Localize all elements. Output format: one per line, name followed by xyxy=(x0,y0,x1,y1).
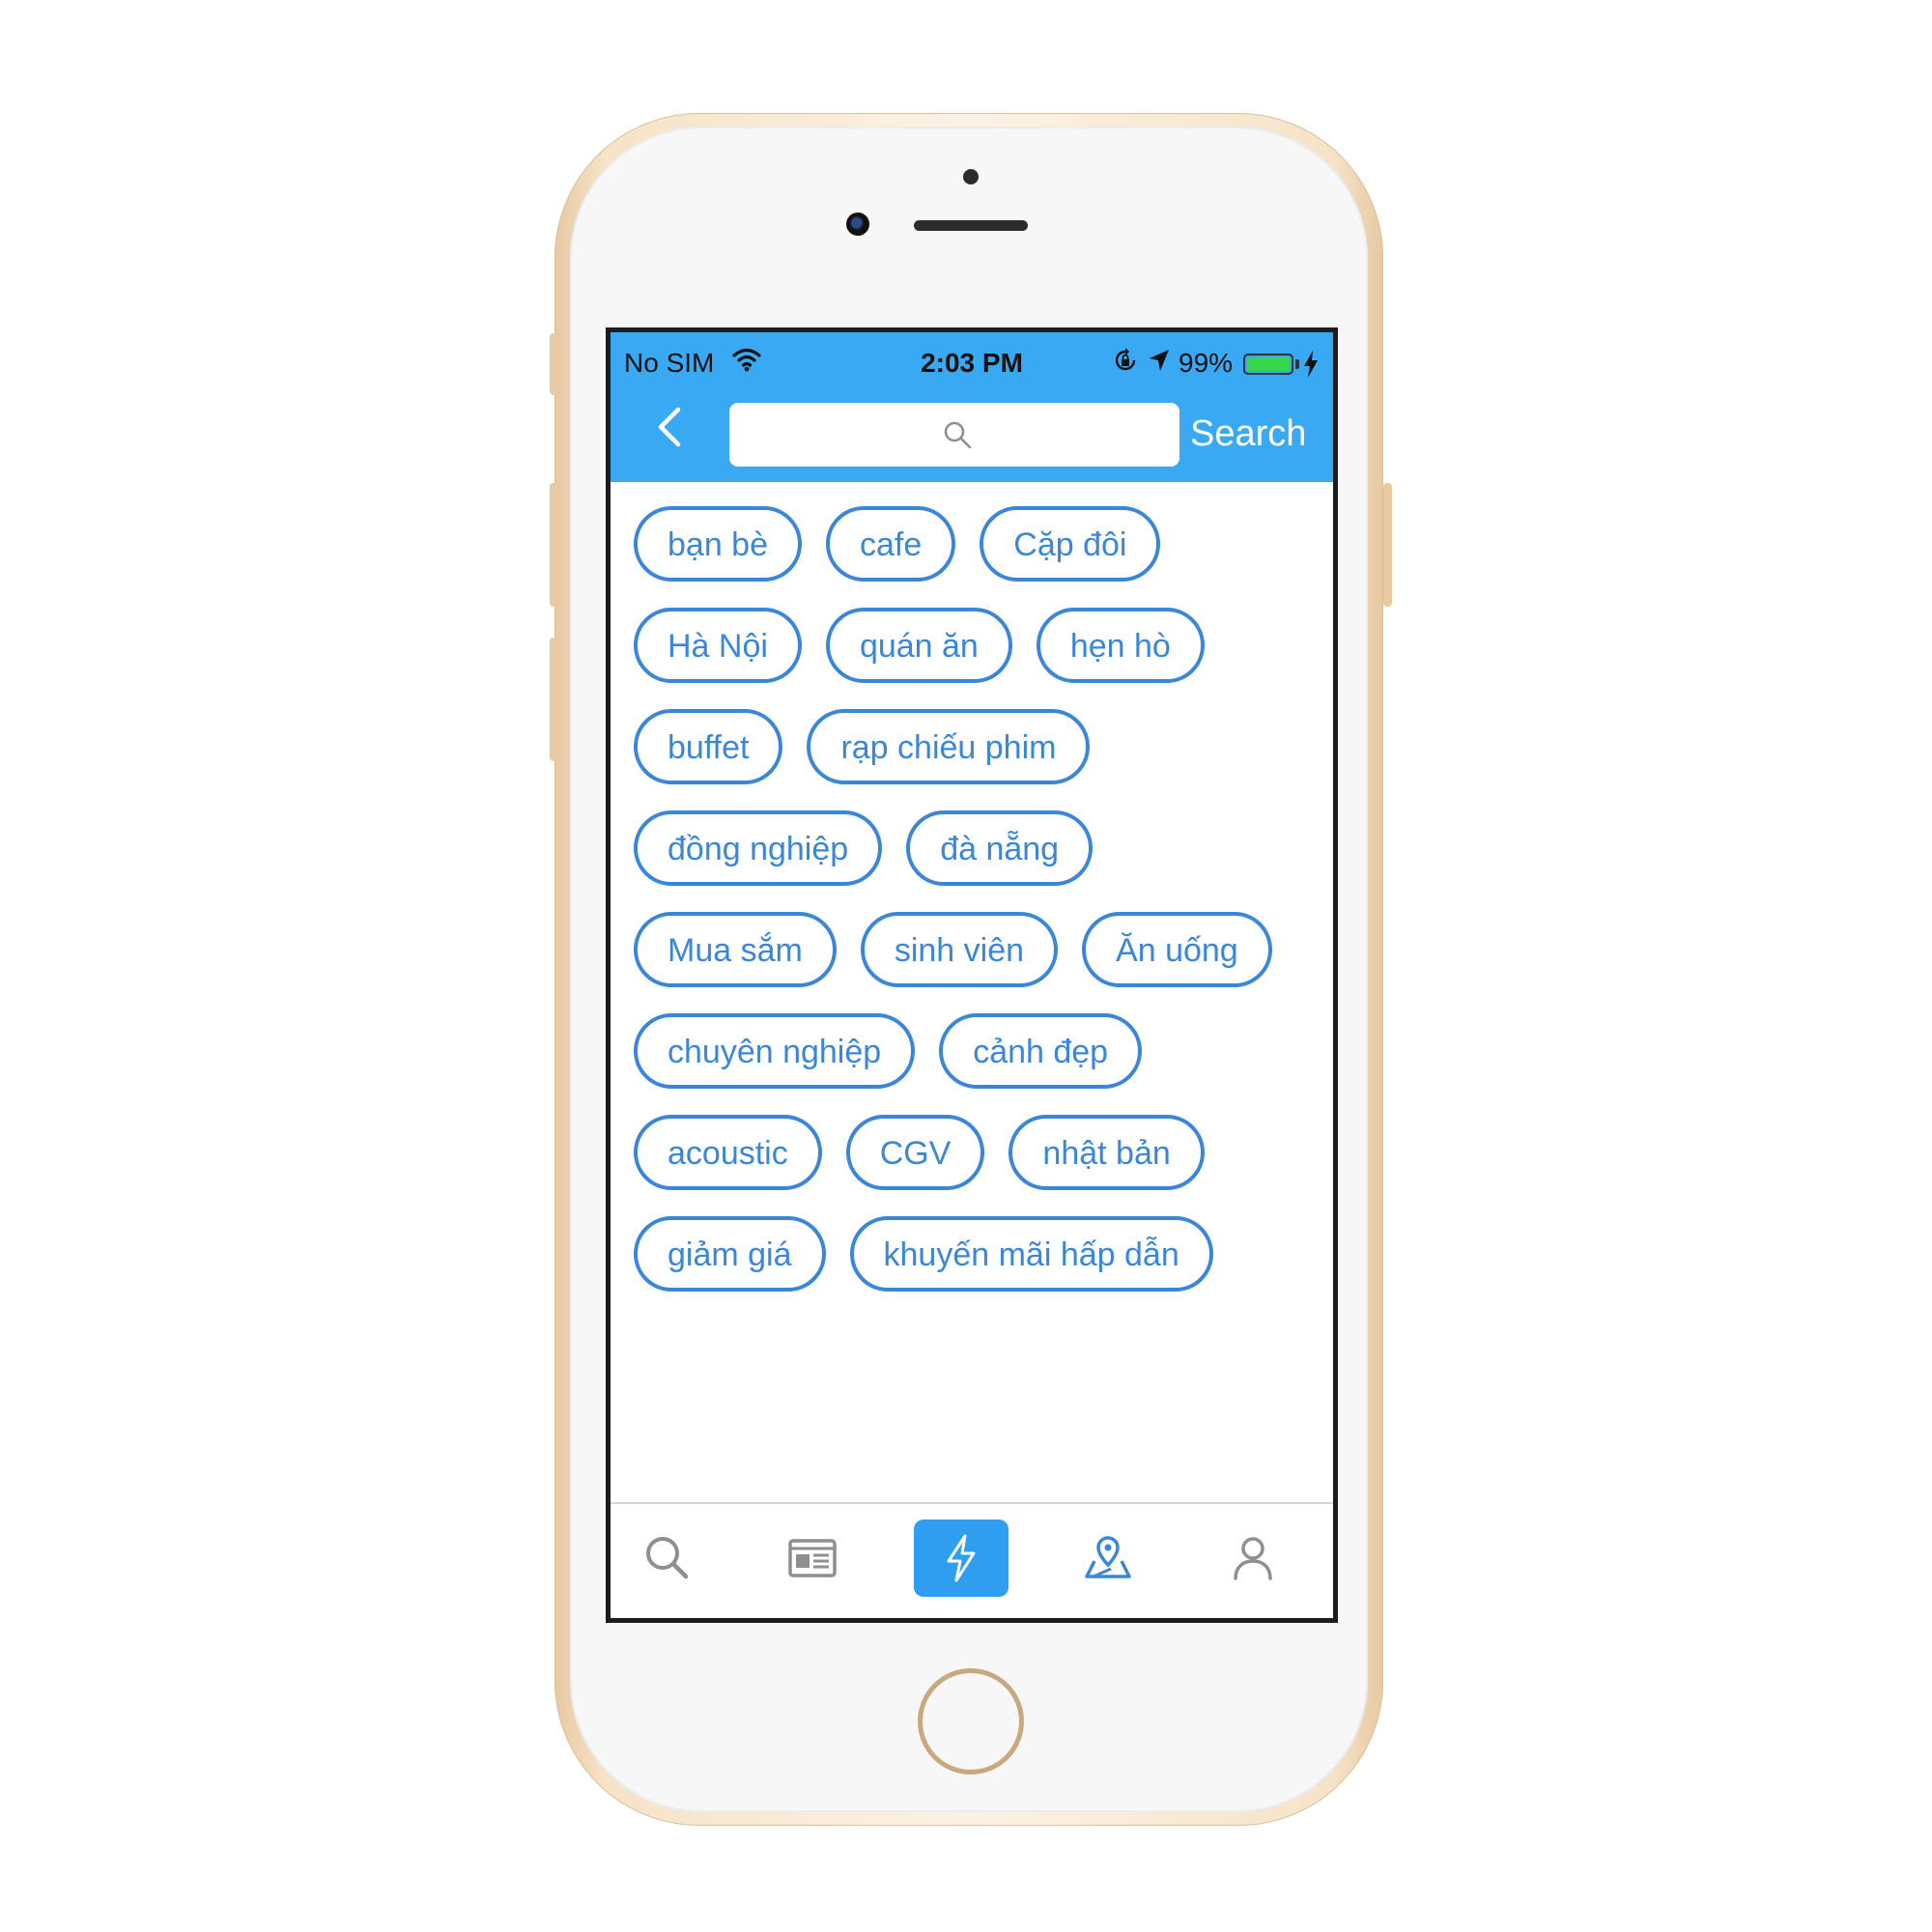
tag-chip[interactable]: buffet xyxy=(634,709,783,784)
tag-chip[interactable]: bạn bè xyxy=(634,506,802,582)
search-input[interactable] xyxy=(729,403,1179,467)
mute-switch xyxy=(550,333,558,395)
battery-percent: 99% xyxy=(1179,348,1234,378)
tag-chip[interactable]: cafe xyxy=(826,506,956,582)
navigation-header: No SIM 2:03 PM 99% Search xyxy=(611,332,1333,482)
newspaper-icon xyxy=(788,1539,837,1577)
tag-chip[interactable]: Ăn uống xyxy=(1082,912,1272,987)
tab-hot[interactable] xyxy=(914,1520,1009,1597)
tag-chip[interactable]: hẹn hò xyxy=(1036,608,1205,683)
tag-chip[interactable]: cảnh đẹp xyxy=(939,1013,1143,1089)
tab-profile[interactable] xyxy=(1206,1520,1300,1597)
tag-chip[interactable]: quán ăn xyxy=(825,608,1012,683)
tag-chip[interactable]: đà nẵng xyxy=(906,810,1094,886)
volume-down-button xyxy=(550,638,558,761)
tag-chip[interactable]: chuyên nghiệp xyxy=(634,1013,916,1089)
tag-row: đồng nghiệp đà nẵng xyxy=(634,810,1310,912)
status-bar: No SIM 2:03 PM 99% xyxy=(611,344,1333,383)
front-camera xyxy=(846,213,869,236)
tab-search[interactable] xyxy=(620,1520,715,1597)
search-box[interactable] xyxy=(729,403,1179,467)
home-button[interactable] xyxy=(918,1668,1024,1775)
tag-chip[interactable]: CGV xyxy=(845,1115,985,1190)
tag-chip[interactable]: sinh viên xyxy=(860,912,1059,987)
search-icon xyxy=(646,1537,689,1579)
tag-chip[interactable]: khuyến mãi hấp dẫn xyxy=(849,1216,1213,1292)
battery-nub xyxy=(1295,359,1299,369)
earpiece-speaker xyxy=(914,220,1028,231)
tag-chip[interactable]: đồng nghiệp xyxy=(634,810,883,886)
battery-icon xyxy=(1243,354,1293,375)
user-icon xyxy=(1234,1537,1272,1580)
tag-row: buffet rạp chiếu phim xyxy=(634,709,1310,810)
map-pin-icon xyxy=(1085,1536,1131,1578)
tag-row: Mua sắm sinh viên Ăn uống xyxy=(634,912,1310,1013)
search-button[interactable]: Search xyxy=(1190,413,1306,455)
tag-row: Hà Nội quán ăn hẹn hò xyxy=(634,608,1310,709)
tag-chip[interactable]: Hà Nội xyxy=(634,608,802,683)
power-button xyxy=(1383,483,1392,607)
location-arrow-icon xyxy=(1150,350,1169,371)
tag-chip[interactable]: nhật bản xyxy=(1009,1115,1205,1190)
tag-row: chuyên nghiệp cảnh đẹp xyxy=(634,1013,1310,1115)
volume-up-button xyxy=(550,483,558,607)
back-button[interactable] xyxy=(649,400,692,458)
orientation-lock-icon xyxy=(1115,348,1136,371)
tab-map[interactable] xyxy=(1061,1520,1155,1597)
tag-row: acoustic CGV nhật bản xyxy=(634,1115,1310,1216)
tag-row: giảm giá khuyến mãi hấp dẫn xyxy=(634,1216,1310,1318)
tag-chip[interactable]: Cặp đôi xyxy=(980,506,1161,582)
tag-chip[interactable]: giảm giá xyxy=(634,1216,826,1292)
tag-cloud: bạn bè cafe Cặp đôi Hà Nội quán ăn hẹn hò buff… xyxy=(634,506,1310,1318)
tab-news[interactable] xyxy=(765,1520,860,1597)
tag-row: bạn bè cafe Cặp đôi xyxy=(634,506,1310,608)
charging-bolt-icon xyxy=(1304,351,1318,378)
proximity-sensor xyxy=(963,169,979,185)
chevron-left-icon xyxy=(658,407,681,447)
app-screen: No SIM 2:03 PM 99% Search bạn bè cafe Cặ… xyxy=(606,327,1338,1623)
tab-bar xyxy=(611,1502,1333,1618)
tag-chip[interactable]: acoustic xyxy=(634,1115,822,1190)
lightning-icon xyxy=(947,1534,976,1582)
tag-chip[interactable]: rạp chiếu phim xyxy=(807,709,1091,784)
tag-chip[interactable]: Mua sắm xyxy=(634,912,837,987)
